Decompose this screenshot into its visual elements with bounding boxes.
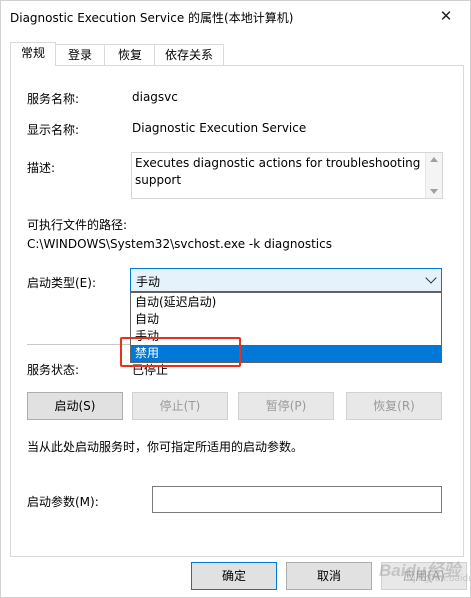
close-icon[interactable]: ✕ [426, 1, 466, 31]
option-auto-delayed[interactable]: 自动(延迟启动) [131, 294, 441, 311]
display-name-label: 显示名称: [27, 123, 80, 137]
tab-logon[interactable]: 登录 [54, 44, 106, 65]
chevron-down-icon [425, 272, 437, 284]
window-title: Diagnostic Execution Service 的属性(本地计算机) [10, 11, 294, 25]
display-name-value: Diagnostic Execution Service [132, 121, 307, 135]
watermark-logo: Baidu经验 jingyan.baidu.com [353, 546, 471, 586]
pause-button[interactable]: 暂停(P) [238, 392, 334, 420]
service-status-label: 服务状态: [27, 363, 80, 377]
resume-button[interactable]: 恢复(R) [346, 392, 442, 420]
exe-path-value: C:\WINDOWS\System32\svchost.exe -k diagn… [27, 237, 332, 251]
scroll-up-arrow-icon[interactable] [430, 157, 438, 162]
scroll-down-arrow-icon[interactable] [430, 189, 438, 194]
start-params-input[interactable] [152, 486, 442, 513]
description-label: 描述: [27, 161, 56, 175]
service-name-label: 服务名称: [27, 92, 80, 106]
description-scrollbar[interactable] [425, 153, 442, 198]
startup-type-label: 启动类型(E): [27, 276, 96, 290]
service-name-value: diagsvc [132, 90, 178, 104]
option-auto[interactable]: 自动 [131, 311, 441, 328]
start-button[interactable]: 启动(S) [27, 392, 123, 420]
startup-type-select[interactable]: 手动 [130, 268, 442, 292]
tab-general[interactable]: 常规 [10, 42, 56, 66]
annotation-highlight-box [120, 337, 241, 367]
description-textbox[interactable]: Executes diagnostic actions for troubles… [131, 152, 443, 199]
tab-recovery[interactable]: 恢复 [104, 44, 156, 65]
exe-path-label: 可执行文件的路径: [27, 218, 128, 232]
ok-button[interactable]: 确定 [191, 562, 277, 590]
properties-dialog: Diagnostic Execution Service 的属性(本地计算机) … [0, 0, 471, 598]
startup-type-value: 手动 [136, 275, 161, 289]
watermark-subtext: jingyan.baidu.com [413, 574, 471, 584]
stop-button[interactable]: 停止(T) [132, 392, 228, 420]
start-params-label: 启动参数(M): [27, 495, 99, 509]
description-text: Executes diagnostic actions for troubles… [135, 156, 421, 187]
title-bar[interactable]: Diagnostic Execution Service 的属性(本地计算机) … [1, 1, 470, 31]
start-params-hint: 当从此处启动服务时，你可指定所适用的启动参数。 [27, 440, 304, 454]
tab-dependencies[interactable]: 依存关系 [154, 44, 224, 65]
